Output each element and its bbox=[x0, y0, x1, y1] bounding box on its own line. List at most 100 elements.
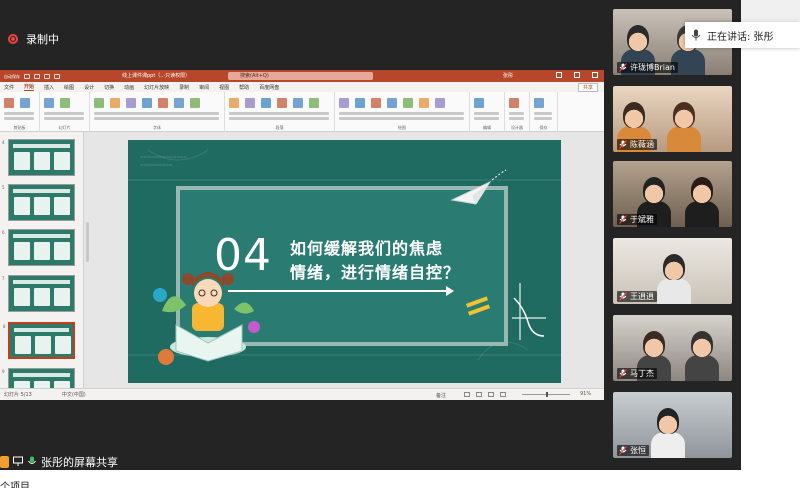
participant-video-tile[interactable]: 王逍逍 bbox=[613, 238, 732, 304]
ribbon-command-icon[interactable] bbox=[4, 98, 14, 108]
ribbon-control[interactable] bbox=[4, 117, 34, 120]
participant-name: 陈薇涵 bbox=[630, 140, 654, 149]
ribbon-command-icon[interactable] bbox=[60, 98, 70, 108]
ribbon-command-icon[interactable] bbox=[94, 98, 104, 108]
ribbon: 剪贴板 幻灯片 字体 段落 绘图 编辑 设计器 保存 bbox=[0, 92, 604, 132]
reading-view-icon[interactable] bbox=[488, 392, 494, 397]
close-icon[interactable] bbox=[592, 72, 598, 78]
ribbon-group-label: 保存 bbox=[539, 125, 548, 130]
ribbon-control[interactable] bbox=[509, 112, 524, 115]
thumbnails-scrollbar[interactable] bbox=[86, 222, 89, 262]
ribbon-command-icon[interactable] bbox=[261, 98, 271, 108]
ribbon-control[interactable] bbox=[229, 112, 329, 115]
ppt-user-name[interactable]: 张彤 bbox=[503, 72, 513, 79]
slide-thumbnail[interactable]: 7 bbox=[2, 275, 75, 312]
autosave-toggle-icon[interactable] bbox=[24, 73, 30, 79]
redo-icon[interactable] bbox=[54, 73, 60, 79]
participant-video-tile[interactable]: 于斌雅 bbox=[613, 161, 732, 227]
ribbon-tab[interactable]: 切换 bbox=[104, 84, 114, 91]
ribbon-command-icon[interactable] bbox=[435, 98, 445, 108]
ribbon-tab[interactable]: 插入 bbox=[44, 84, 54, 91]
bottom-caption: 个项目 bbox=[0, 482, 30, 488]
undo-icon[interactable] bbox=[44, 73, 50, 79]
ribbon-control[interactable] bbox=[44, 117, 84, 120]
save-icon[interactable] bbox=[34, 73, 40, 79]
ribbon-command-icon[interactable] bbox=[126, 98, 136, 108]
ribbon-tab[interactable]: 设计 bbox=[84, 84, 94, 91]
ribbon-control[interactable] bbox=[474, 117, 499, 120]
ribbon-command-icon[interactable] bbox=[387, 98, 397, 108]
ribbon-tab[interactable]: 录制 bbox=[179, 84, 189, 91]
participant-video-tile[interactable]: 陈薇涵 bbox=[613, 86, 732, 152]
ribbon-control[interactable] bbox=[44, 112, 84, 115]
ribbon-tab[interactable]: 审阅 bbox=[199, 84, 209, 91]
ribbon-control[interactable] bbox=[4, 112, 34, 115]
ribbon-command-icon[interactable] bbox=[293, 98, 303, 108]
ribbon-tab[interactable]: 开始 bbox=[24, 83, 35, 91]
notes-button[interactable]: 备注 bbox=[436, 392, 446, 399]
ppt-search-box[interactable]: 搜索(Alt+Q) bbox=[228, 72, 373, 80]
ribbon-control[interactable] bbox=[509, 117, 524, 120]
participant-face bbox=[657, 408, 679, 434]
maximize-icon[interactable] bbox=[574, 72, 580, 78]
share-button[interactable]: 共享 bbox=[577, 83, 598, 92]
ribbon-control[interactable] bbox=[94, 112, 219, 115]
slide-sorter-icon[interactable] bbox=[476, 392, 482, 397]
slideshow-icon[interactable] bbox=[500, 392, 506, 397]
zoom-slider[interactable] bbox=[522, 392, 570, 397]
ribbon-command-icon[interactable] bbox=[419, 98, 429, 108]
ribbon-tab[interactable]: 文件 bbox=[4, 84, 14, 91]
minimize-icon[interactable] bbox=[556, 72, 562, 78]
ribbon-command-icon[interactable] bbox=[509, 98, 519, 108]
participant-video-tile[interactable]: 张恒 bbox=[613, 392, 732, 458]
ribbon-command-icon[interactable] bbox=[158, 98, 168, 108]
ribbon-command-icon[interactable] bbox=[190, 98, 200, 108]
ribbon-command-icon[interactable] bbox=[534, 98, 544, 108]
ribbon-group-label: 绘图 bbox=[398, 125, 406, 130]
ribbon-command-icon[interactable] bbox=[20, 98, 30, 108]
participant-video-tile[interactable]: 马丁杰 bbox=[613, 315, 732, 381]
ribbon-control[interactable] bbox=[339, 117, 464, 120]
ribbon-control[interactable] bbox=[229, 117, 329, 120]
slide-thumbnails-pane[interactable]: 4 5 6 7 8 9 bbox=[0, 132, 84, 388]
language-indicator[interactable]: 中文(中国) bbox=[62, 391, 86, 398]
ribbon-command-icon[interactable] bbox=[44, 98, 54, 108]
ribbon-command-icon[interactable] bbox=[142, 98, 152, 108]
ribbon-command-icon[interactable] bbox=[371, 98, 381, 108]
ribbon-command-icon[interactable] bbox=[309, 98, 319, 108]
ribbon-command-icon[interactable] bbox=[229, 98, 239, 108]
slide-thumbnail[interactable]: 5 bbox=[2, 184, 75, 221]
ribbon-control[interactable] bbox=[94, 117, 219, 120]
slide-thumbnail[interactable]: 8 bbox=[3, 322, 75, 359]
ribbon-group: 幻灯片 bbox=[40, 92, 90, 132]
ribbon-tab[interactable]: 帮助 bbox=[239, 84, 249, 91]
screen-share-bar[interactable]: 张彤的屏幕共享 bbox=[0, 453, 118, 470]
ribbon-tab[interactable]: 动画 bbox=[124, 84, 134, 91]
ribbon-tab[interactable]: 视图 bbox=[219, 84, 229, 91]
ribbon-command-icon[interactable] bbox=[110, 98, 120, 108]
recording-indicator[interactable]: 录制中 bbox=[8, 30, 59, 48]
ribbon-command-icon[interactable] bbox=[174, 98, 184, 108]
participant-face bbox=[623, 102, 645, 128]
ribbon-command-icon[interactable] bbox=[355, 98, 365, 108]
slide-thumbnail[interactable]: 4 bbox=[2, 139, 75, 176]
ribbon-control[interactable] bbox=[534, 112, 552, 115]
ribbon-control[interactable] bbox=[534, 117, 552, 120]
ribbon-control[interactable] bbox=[474, 112, 499, 115]
current-slide[interactable]: ≈≈≈≈≈≈≈≈≈≈≈≈≈ ≈≈≈≈≈≈≈≈≈ 04 如何缓解我们的焦虑 情绪，… bbox=[128, 140, 561, 383]
ribbon-command-icon[interactable] bbox=[474, 98, 484, 108]
zoom-percent[interactable]: 91% bbox=[580, 391, 591, 397]
ribbon-command-icon[interactable] bbox=[277, 98, 287, 108]
screen-share-icon bbox=[13, 456, 23, 466]
ribbon-tab[interactable]: 百度网盘 bbox=[259, 84, 279, 91]
normal-view-icon[interactable] bbox=[464, 392, 470, 397]
ribbon-command-icon[interactable] bbox=[339, 98, 349, 108]
slide-thumbnail[interactable]: 9 bbox=[2, 368, 75, 388]
ribbon-tab[interactable]: 绘图 bbox=[64, 84, 74, 91]
ribbon-control[interactable] bbox=[339, 112, 464, 115]
participant-face bbox=[663, 254, 685, 280]
slide-thumbnail[interactable]: 6 bbox=[2, 229, 75, 266]
ribbon-tab[interactable]: 幻灯片放映 bbox=[144, 84, 169, 91]
ribbon-command-icon[interactable] bbox=[245, 98, 255, 108]
ribbon-command-icon[interactable] bbox=[403, 98, 413, 108]
